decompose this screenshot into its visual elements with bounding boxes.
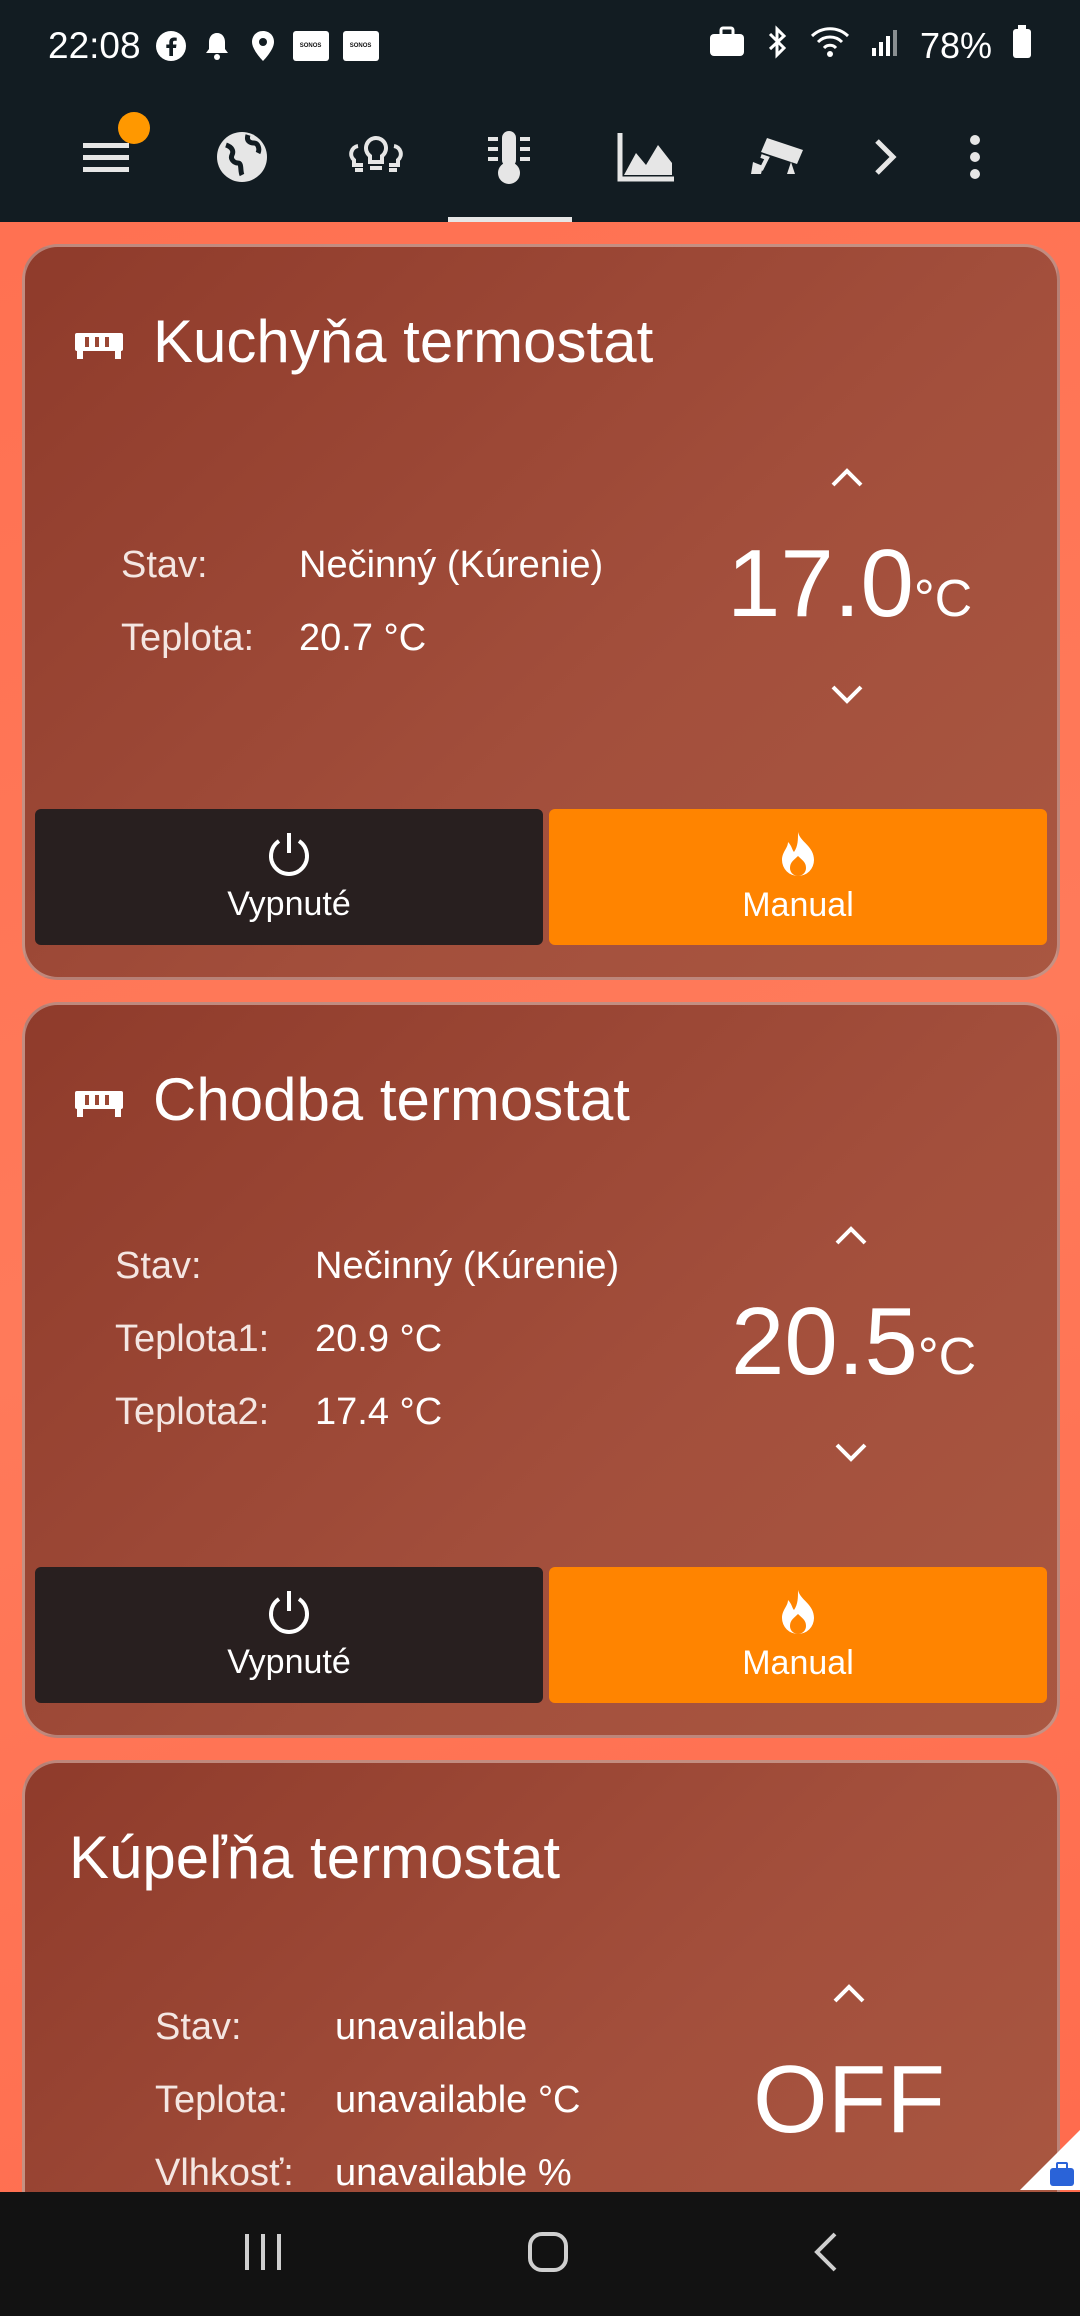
card-title-text: Kúpeľňa termostat <box>69 1824 561 1891</box>
attr-value: Nečinný (Kúrenie) <box>299 544 604 586</box>
sonos-icon: SONOS <box>292 31 329 61</box>
card-title: Chodba termostat <box>73 1065 630 1134</box>
setpoint-value: 20.5 <box>731 1288 918 1395</box>
bluetooth-icon <box>766 24 790 68</box>
bell-icon <box>201 30 233 62</box>
mode-off-button[interactable]: Vypnuté <box>35 809 543 945</box>
attr-value: 20.7 °C <box>299 617 427 659</box>
mode-off-button[interactable]: Vypnuté <box>35 1567 543 1703</box>
card-title: Kuchyňa termostat <box>73 307 653 376</box>
radiator-icon <box>75 332 123 359</box>
setpoint-value: OFF <box>753 2046 945 2153</box>
attr-value: unavailable % <box>335 2152 572 2192</box>
mode-off-label: Vypnuté <box>227 1642 351 1681</box>
chevron-down-icon[interactable] <box>831 1441 871 1465</box>
power-icon <box>269 1590 309 1634</box>
attr-label: Teplota: <box>155 2079 289 2121</box>
menu-icon <box>83 143 129 172</box>
top-app-bar <box>0 92 1080 222</box>
location-icon <box>247 30 279 62</box>
attr-value: 17.4 °C <box>315 1391 443 1433</box>
setpoint-unit: °C <box>917 1328 977 1386</box>
attr-label: Teplota2: <box>115 1391 270 1433</box>
setpoint-value: 17.0 <box>727 530 914 637</box>
cctv-camera-icon <box>751 138 803 174</box>
mode-manual-label: Manual <box>742 885 854 924</box>
card-title: Kúpeľňa termostat <box>69 1823 560 1892</box>
status-bar: 22:08 SONOS SONOS 78% <box>0 0 1080 92</box>
thermostat-card-kupelna: Kúpeľňa termostat Stav: unavailable Teplo… <box>22 1760 1060 2192</box>
home-icon <box>527 2231 568 2272</box>
tab-thermostat[interactable] <box>448 92 572 222</box>
corner-badge[interactable] <box>1020 2130 1080 2190</box>
overflow-menu-button[interactable] <box>940 92 1010 222</box>
attr-label: Stav: <box>155 2006 242 2048</box>
notification-badge <box>118 112 150 144</box>
dashboard-content: Kuchyňa termostat Stav: Nečinný (Kúrenie)… <box>0 222 1080 2192</box>
attr-value: Nečinný (Kúrenie) <box>315 1245 620 1287</box>
system-navigation-bar <box>0 2192 1080 2316</box>
back-button[interactable] <box>811 2230 839 2279</box>
attribute-list: Stav: Nečinný (Kúrenie) Teplota1: 20.9 °C … <box>115 1230 619 1449</box>
mode-manual-label: Manual <box>742 1643 854 1682</box>
power-icon <box>269 832 309 876</box>
fire-icon <box>782 1589 814 1634</box>
home-button[interactable] <box>526 2230 570 2279</box>
attr-label: Stav: <box>121 544 208 586</box>
attr-label: Teplota: <box>121 617 255 659</box>
status-time: 22:08 <box>48 25 141 66</box>
attr-value: unavailable °C <box>335 2079 581 2121</box>
thermometer-icon <box>488 131 530 184</box>
card-title-text: Chodba termostat <box>153 1066 630 1133</box>
more-vert-icon <box>970 135 980 179</box>
battery-icon <box>1012 24 1032 68</box>
chevron-right-icon <box>875 139 897 175</box>
facebook-icon <box>155 30 187 62</box>
attr-value: 20.9 °C <box>315 1318 443 1360</box>
mode-manual-button[interactable]: Manual <box>549 809 1047 945</box>
tab-camera[interactable] <box>716 92 840 222</box>
briefcase-badge-icon <box>1020 2130 1080 2190</box>
menu-button[interactable] <box>44 92 168 222</box>
fire-icon <box>782 831 814 876</box>
chevron-up-icon[interactable] <box>827 465 867 489</box>
sonos-icon: SONOS <box>342 31 379 61</box>
back-icon <box>814 2232 837 2271</box>
card-title-text: Kuchyňa termostat <box>153 308 654 375</box>
wifi-icon <box>810 25 850 67</box>
chart-line-icon <box>617 133 674 182</box>
globe-icon <box>217 132 267 182</box>
attr-value: unavailable <box>335 2006 528 2048</box>
attribute-list: Stav: unavailable Teplota: unavailable °C … <box>155 1991 580 2192</box>
thermostat-card-kuchyna: Kuchyňa termostat Stav: Nečinný (Kúrenie)… <box>22 244 1060 980</box>
attr-label: Stav: <box>115 1245 202 1287</box>
mode-off-label: Vypnuté <box>227 884 351 923</box>
tab-scroll-right[interactable] <box>850 92 920 222</box>
setpoint-control: 20.5°C <box>731 1223 976 1465</box>
setpoint-unit: °C <box>913 570 973 628</box>
briefcase-icon <box>708 25 746 67</box>
tab-lights[interactable] <box>314 92 438 222</box>
hvac-mode-row: Vypnuté Manual <box>35 1567 1047 1703</box>
tab-graph[interactable] <box>584 92 708 222</box>
chevron-up-icon[interactable] <box>831 1223 871 1247</box>
setpoint-control: OFF <box>729 1981 969 2159</box>
tab-globe[interactable] <box>180 92 304 222</box>
signal-icon <box>870 25 900 67</box>
setpoint-control: 17.0°C <box>727 465 972 707</box>
recent-apps-button[interactable] <box>241 2232 285 2277</box>
battery-percent: 78% <box>919 25 992 66</box>
attr-label: Vlhkosť: <box>155 2152 294 2192</box>
recents-icon <box>244 2233 281 2270</box>
mode-manual-button[interactable]: Manual <box>549 1567 1047 1703</box>
hvac-mode-row: Vypnuté Manual <box>35 809 1047 945</box>
attribute-list: Stav: Nečinný (Kúrenie) Teplota: 20.7 °C <box>121 529 603 675</box>
lightbulb-group-icon <box>349 135 403 172</box>
radiator-icon <box>75 1090 123 1117</box>
chevron-up-icon[interactable] <box>829 1981 869 2005</box>
attr-label: Teplota1: <box>115 1318 270 1360</box>
chevron-down-icon[interactable] <box>827 683 867 707</box>
thermostat-card-chodba: Chodba termostat Stav: Nečinný (Kúrenie) … <box>22 1002 1060 1738</box>
